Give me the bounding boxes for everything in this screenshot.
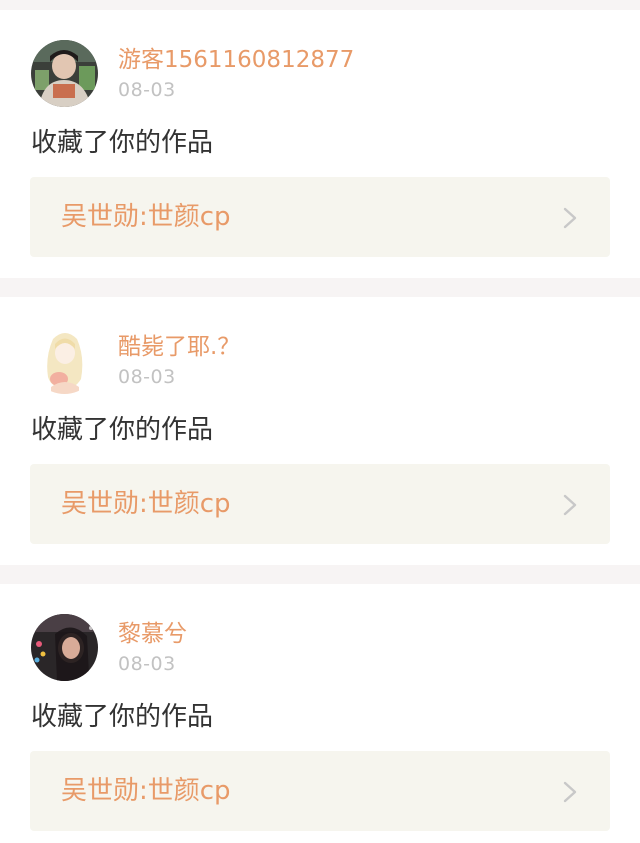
chevron-right-icon bbox=[563, 494, 577, 516]
timestamp: 08-03 bbox=[118, 79, 176, 101]
avatar[interactable] bbox=[31, 40, 98, 107]
avatar[interactable] bbox=[31, 327, 98, 394]
action-text: 收藏了你的作品 bbox=[31, 415, 214, 445]
notification-card: 黎慕兮 08-03 收藏了你的作品 吴世勋:世颜cp bbox=[0, 584, 640, 843]
chevron-right-icon bbox=[563, 781, 577, 803]
username[interactable]: 黎慕兮 bbox=[118, 620, 187, 648]
username[interactable]: 酷毙了耶.？ bbox=[118, 333, 240, 361]
work-title: 吴世勋:世颜cp bbox=[61, 776, 231, 806]
notification-card: 游客1561160812877 08-03 收藏了你的作品 吴世勋:世颜cp bbox=[0, 10, 640, 278]
timestamp: 08-03 bbox=[118, 366, 176, 388]
work-link[interactable]: 吴世勋:世颜cp bbox=[30, 751, 610, 831]
action-text: 收藏了你的作品 bbox=[31, 128, 214, 158]
username[interactable]: 游客1561160812877 bbox=[118, 46, 354, 74]
work-title: 吴世勋:世颜cp bbox=[61, 489, 231, 519]
chevron-right-icon bbox=[563, 207, 577, 229]
notification-card: 酷毙了耶.？ 08-03 收藏了你的作品 吴世勋:世颜cp bbox=[0, 297, 640, 565]
work-title: 吴世勋:世颜cp bbox=[61, 202, 231, 232]
notification-feed: 游客1561160812877 08-03 收藏了你的作品 吴世勋:世颜cp 酷… bbox=[0, 0, 640, 843]
timestamp: 08-03 bbox=[118, 653, 176, 675]
action-text: 收藏了你的作品 bbox=[31, 702, 214, 732]
work-link[interactable]: 吴世勋:世颜cp bbox=[30, 464, 610, 544]
work-link[interactable]: 吴世勋:世颜cp bbox=[30, 177, 610, 257]
avatar[interactable] bbox=[31, 614, 98, 681]
